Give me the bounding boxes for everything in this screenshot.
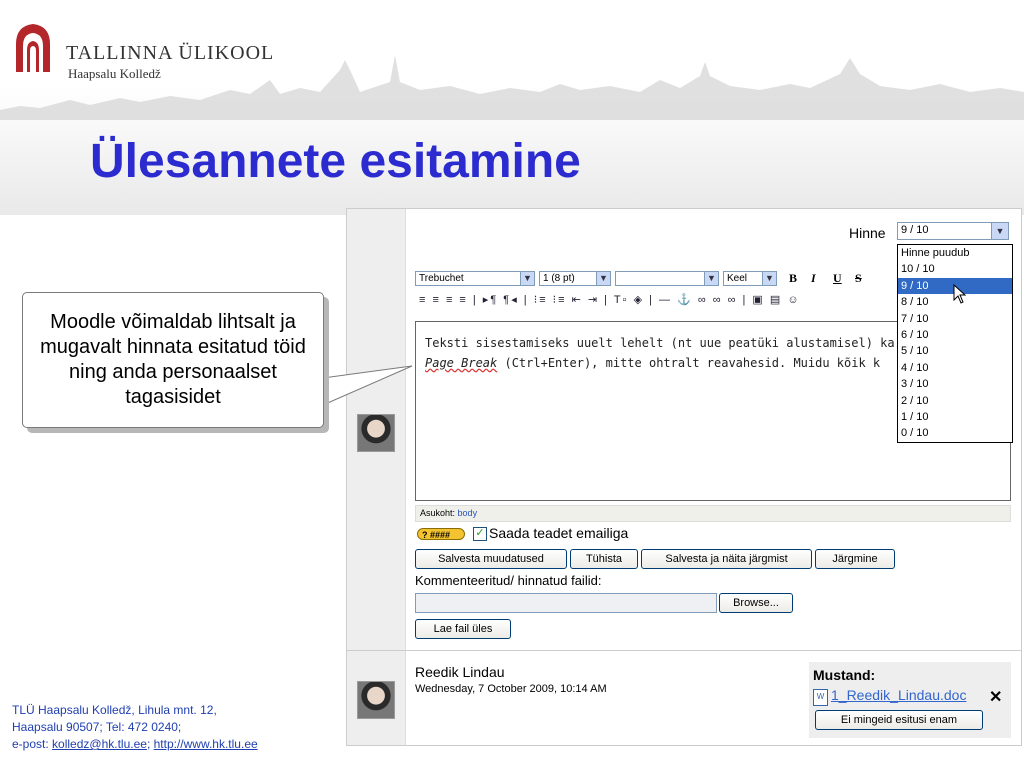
submitted-file-link[interactable]: 1_Reedik_Lindau.doc: [831, 687, 966, 703]
save-and-next-button[interactable]: Salvesta ja näita järgmist: [641, 549, 812, 569]
college-name: Haapsalu Kolledž: [68, 66, 161, 81]
chevron-down-icon[interactable]: ▼: [704, 272, 718, 285]
university-name: TALLINNA ÜLIKOOL: [66, 42, 275, 64]
callout-box: Moodle võimaldab lihtsalt ja mugavalt hi…: [22, 292, 324, 428]
student-avatar: [357, 681, 395, 719]
grade-options-list[interactable]: Hinne puudub 10 / 10 9 / 10 8 / 10 7 / 1…: [897, 244, 1013, 443]
grade-option[interactable]: 2 / 10: [898, 393, 1012, 409]
chevron-down-icon[interactable]: ▼: [596, 272, 610, 285]
mouse-cursor-icon: [953, 284, 967, 304]
next-button[interactable]: Järgmine: [815, 549, 895, 569]
footer-email-prefix: e-post:: [12, 737, 53, 751]
grade-option[interactable]: 4 / 10: [898, 360, 1012, 376]
save-changes-button[interactable]: Salvesta muudatused: [415, 549, 567, 569]
chevron-down-icon[interactable]: ▼: [520, 272, 534, 285]
commented-files-label: Kommenteeritud/ hinnatud failid:: [415, 573, 602, 588]
footer-address: TLÜ Haapsalu Kolledž, Lihula mnt. 12,: [12, 703, 217, 717]
path-link[interactable]: body: [458, 508, 478, 518]
student-avatar: [357, 414, 395, 452]
bold-button[interactable]: B: [789, 271, 797, 286]
row-divider: [347, 650, 1021, 651]
font-select[interactable]: Trebuchet ▼: [415, 271, 535, 286]
slide-title: Ülesannete esitamine: [90, 135, 581, 188]
grade-option[interactable]: 10 / 10: [898, 261, 1012, 277]
grade-label: Hinne: [849, 225, 886, 241]
grade-option[interactable]: 1 / 10: [898, 409, 1012, 425]
arch-logo-icon: [16, 24, 50, 72]
grade-option[interactable]: 7 / 10: [898, 311, 1012, 327]
footer-links: e-post: kolledz@hk.tlu.ee; http://www.hk…: [12, 736, 258, 753]
grade-select-value: 9 / 10: [901, 224, 929, 236]
help-icon[interactable]: ? ####: [417, 528, 465, 540]
editor-text-line: Page Break (Ctrl+Enter), mitte ohtralt r…: [425, 356, 880, 370]
email-checkbox-label: Saada teadet emailiga: [489, 525, 629, 541]
draft-label: Mustand:: [813, 667, 876, 683]
footer-website-link[interactable]: http://www.hk.tlu.ee: [154, 737, 258, 751]
footer-phone: Haapsalu 90507; Tel: 472 0240;: [12, 720, 182, 734]
grade-option[interactable]: 6 / 10: [898, 327, 1012, 343]
cancel-button[interactable]: Tühista: [570, 549, 638, 569]
no-more-submissions-button[interactable]: Ei mingeid esitusi enam: [815, 710, 983, 730]
grade-option[interactable]: 5 / 10: [898, 343, 1012, 359]
chevron-down-icon[interactable]: ▼: [762, 272, 776, 285]
grade-select[interactable]: 9 / 10 ▼: [897, 222, 1009, 240]
size-select-value: 1 (8 pt): [543, 273, 575, 284]
style-select[interactable]: ▼: [615, 271, 719, 286]
footer-contact: TLÜ Haapsalu Kolledž, Lihula mnt. 12, Ha…: [12, 702, 258, 753]
strikethrough-button[interactable]: S: [855, 271, 862, 286]
editor-text-rest: (Ctrl+Enter), mitte ohtralt reavahesid. …: [497, 356, 881, 370]
student-name[interactable]: Reedik Lindau: [415, 664, 505, 680]
size-select[interactable]: 1 (8 pt) ▼: [539, 271, 611, 286]
email-checkbox[interactable]: ✓: [473, 527, 487, 541]
avatar-column: [347, 209, 406, 745]
language-select-value: Keel: [727, 273, 748, 284]
browse-button[interactable]: Browse...: [719, 593, 793, 613]
grade-option[interactable]: Hinne puudub: [898, 245, 1012, 261]
language-select[interactable]: Keel ▼: [723, 271, 777, 286]
moodle-grading-screenshot: Hinne 9 / 10 ▼ Hinne puudub 10 / 10 9 / …: [346, 208, 1022, 746]
editor-text-line: Teksti sisestamiseks uuelt lehelt (nt uu…: [425, 336, 895, 350]
grade-option[interactable]: 3 / 10: [898, 376, 1012, 392]
upload-file-button[interactable]: Lae fail üles: [415, 619, 511, 639]
path-label: Asukoht:: [420, 508, 456, 518]
font-select-value: Trebuchet: [419, 273, 464, 284]
word-document-icon: W: [813, 689, 828, 706]
editor-toolbar-icons[interactable]: ≡ ≡ ≡ ≡ | ▸¶ ¶◂ | ⁝≡ ⁝≡ ⇤ ⇥ | T▫ ◈ | — ⚓…: [419, 293, 801, 306]
submission-date: Wednesday, 7 October 2009, 10:14 AM: [415, 683, 607, 695]
close-icon[interactable]: ✕: [989, 687, 1002, 707]
italic-button[interactable]: I: [811, 271, 816, 286]
footer-separator: ;: [146, 737, 154, 751]
chevron-down-icon[interactable]: ▼: [991, 223, 1008, 239]
underline-button[interactable]: U: [833, 271, 842, 286]
file-path-input[interactable]: [415, 593, 717, 613]
grade-option[interactable]: 0 / 10: [898, 425, 1012, 441]
footer-email-link[interactable]: kolledz@hk.tlu.ee: [52, 737, 147, 751]
editor-path-bar: Asukoht: body: [415, 505, 1011, 522]
page-break-text: Page Break: [425, 356, 498, 370]
